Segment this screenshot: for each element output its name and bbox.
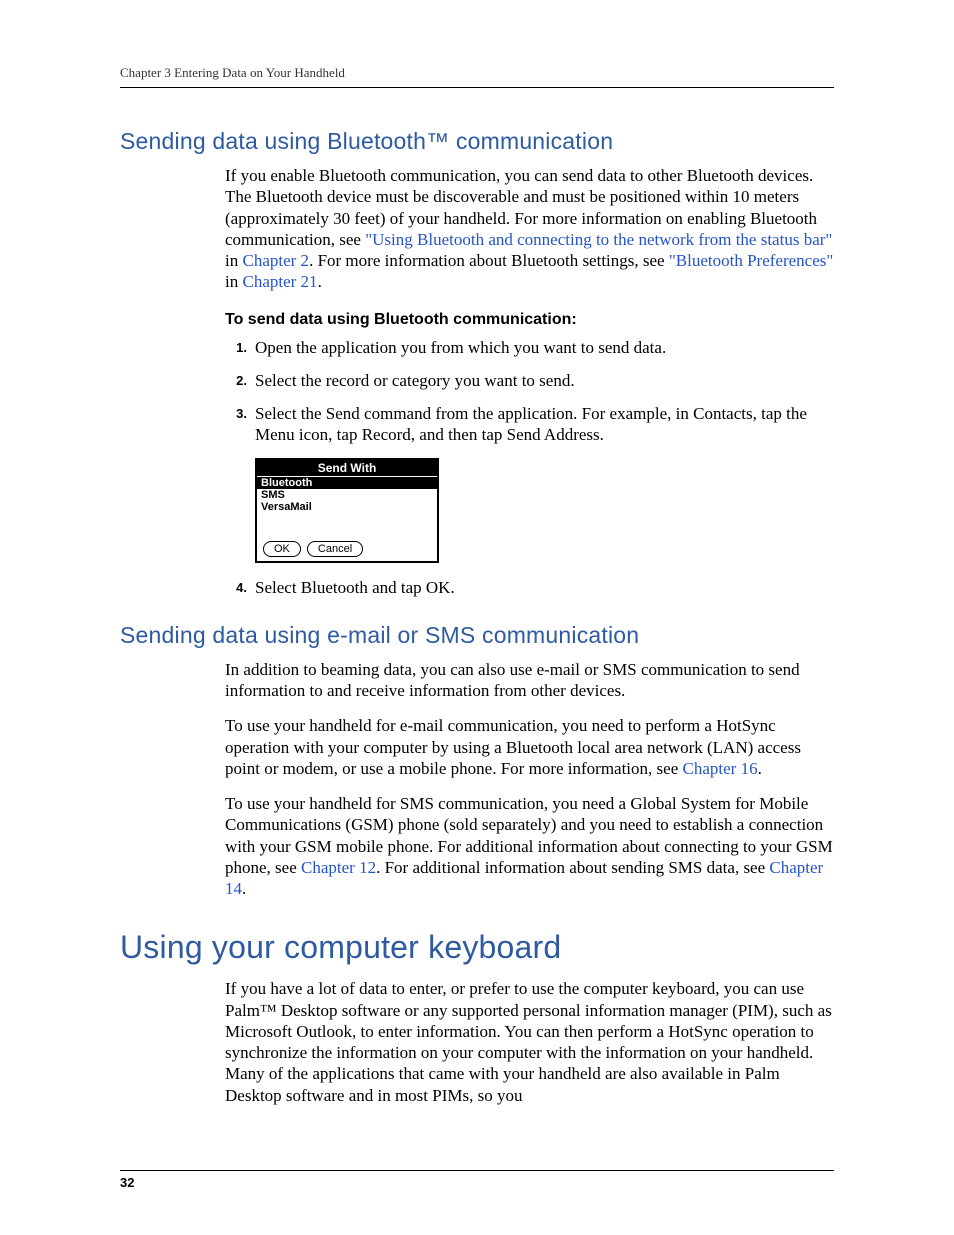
link-chapter-12[interactable]: Chapter 12 xyxy=(301,858,376,877)
running-header: Chapter 3 Entering Data on Your Handheld xyxy=(120,65,834,88)
step-text: Select the Send command from the applica… xyxy=(255,403,834,446)
list-item: 2. Select the record or category you wan… xyxy=(225,370,834,391)
dialog-item-selected: Bluetooth xyxy=(257,477,437,489)
dialog-item: SMS xyxy=(257,489,437,501)
text: . xyxy=(242,879,246,898)
text: in xyxy=(225,251,242,270)
text: in xyxy=(225,272,242,291)
procedure-list: 1. Open the application you from which y… xyxy=(225,337,834,446)
dialog-item: VersaMail xyxy=(257,501,437,513)
section2-para2: To use your handheld for e-mail communic… xyxy=(225,715,834,779)
link-bluetooth-preferences[interactable]: "Bluetooth Preferences" xyxy=(669,251,833,270)
document-page: Chapter 3 Entering Data on Your Handheld… xyxy=(0,0,954,1235)
cancel-button: Cancel xyxy=(307,541,363,557)
section2-body: In addition to beaming data, you can als… xyxy=(225,659,834,900)
section3-para1: If you have a lot of data to enter, or p… xyxy=(225,978,834,1106)
send-with-dialog: Send With Bluetooth SMS VersaMail OK Can… xyxy=(255,458,439,563)
link-chapter-2[interactable]: Chapter 2 xyxy=(242,251,309,270)
step-text: Select Bluetooth and tap OK. xyxy=(255,577,834,598)
link-chapter-16[interactable]: Chapter 16 xyxy=(683,759,758,778)
link-bluetooth-statusbar[interactable]: "Using Bluetooth and connecting to the n… xyxy=(365,230,832,249)
text: . xyxy=(318,272,322,291)
heading-bluetooth: Sending data using Bluetooth™ communicat… xyxy=(120,128,834,155)
section2-para3: To use your handheld for SMS communicati… xyxy=(225,793,834,899)
link-chapter-21[interactable]: Chapter 21 xyxy=(242,272,317,291)
page-number: 32 xyxy=(120,1170,834,1190)
list-item: 3. Select the Send command from the appl… xyxy=(225,403,834,446)
text: . xyxy=(758,759,762,778)
heading-keyboard: Using your computer keyboard xyxy=(120,929,834,966)
text: . For more information about Bluetooth s… xyxy=(309,251,669,270)
text: . For additional information about sendi… xyxy=(376,858,769,877)
section1-body: If you enable Bluetooth communication, y… xyxy=(225,165,834,598)
procedure-heading: To send data using Bluetooth communicati… xyxy=(225,311,834,329)
section3-body: If you have a lot of data to enter, or p… xyxy=(225,978,834,1106)
dialog-title: Send With xyxy=(257,460,437,476)
step-text: Select the record or category you want t… xyxy=(255,370,834,391)
step-number: 1. xyxy=(225,337,247,358)
dialog-list: Bluetooth SMS VersaMail xyxy=(257,476,437,535)
step-text: Open the application you from which you … xyxy=(255,337,834,358)
procedure-list-cont: 4. Select Bluetooth and tap OK. xyxy=(225,577,834,598)
embedded-screenshot: Send With Bluetooth SMS VersaMail OK Can… xyxy=(255,458,834,563)
dialog-buttons: OK Cancel xyxy=(257,535,437,561)
step-number: 2. xyxy=(225,370,247,391)
ok-button: OK xyxy=(263,541,301,557)
list-item: 1. Open the application you from which y… xyxy=(225,337,834,358)
list-item: 4. Select Bluetooth and tap OK. xyxy=(225,577,834,598)
section1-para1: If you enable Bluetooth communication, y… xyxy=(225,165,834,293)
step-number: 3. xyxy=(225,403,247,446)
step-number: 4. xyxy=(225,577,247,598)
heading-email-sms: Sending data using e-mail or SMS communi… xyxy=(120,622,834,649)
section2-para1: In addition to beaming data, you can als… xyxy=(225,659,834,702)
